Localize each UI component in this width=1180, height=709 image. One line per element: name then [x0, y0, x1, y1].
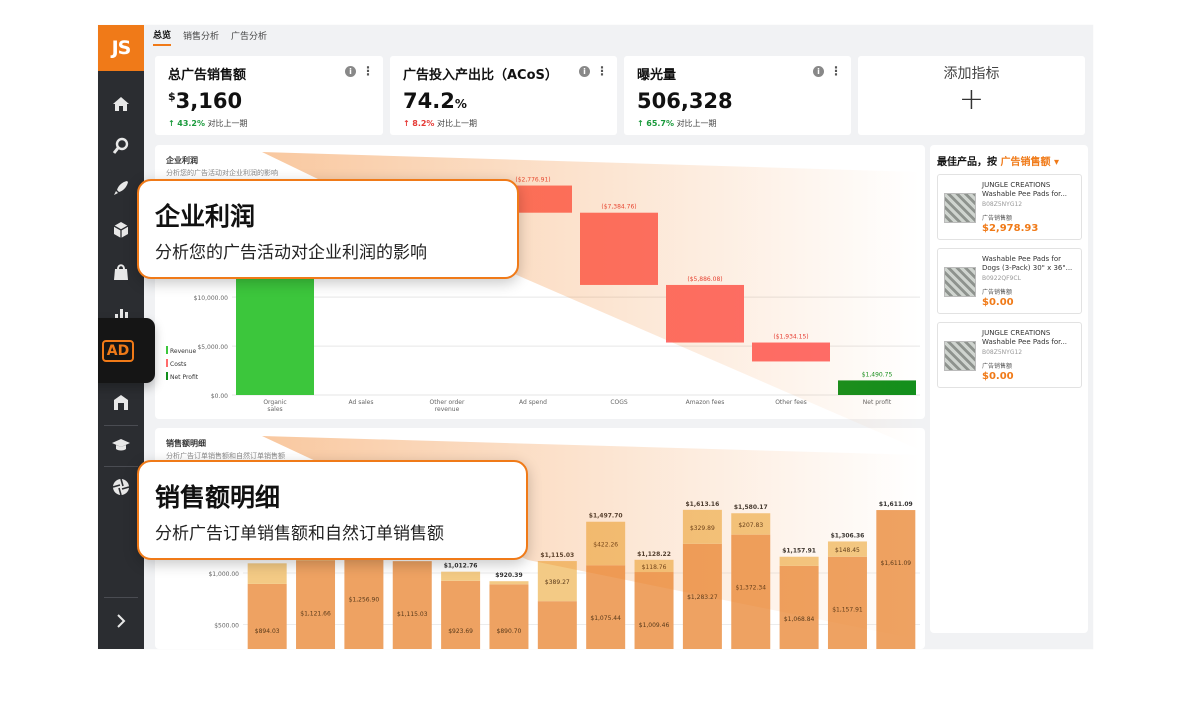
callout-title: 企业利润	[155, 202, 256, 231]
sales-callout: 销售额明细 分析广告订单销售额和自然订单销售额	[137, 460, 528, 560]
callout-subtitle: 分析广告订单销售额和自然订单销售额	[155, 524, 444, 544]
ad-badge-label: AD	[101, 339, 135, 362]
callout-highlight	[262, 152, 920, 640]
callout-subtitle: 分析您的广告活动对企业利润的影响	[155, 243, 427, 263]
callout-title: 销售额明细	[155, 483, 281, 512]
ad-icon[interactable]: AD	[98, 318, 155, 383]
profit-callout: 企业利润 分析您的广告活动对企业利润的影响	[137, 179, 519, 279]
